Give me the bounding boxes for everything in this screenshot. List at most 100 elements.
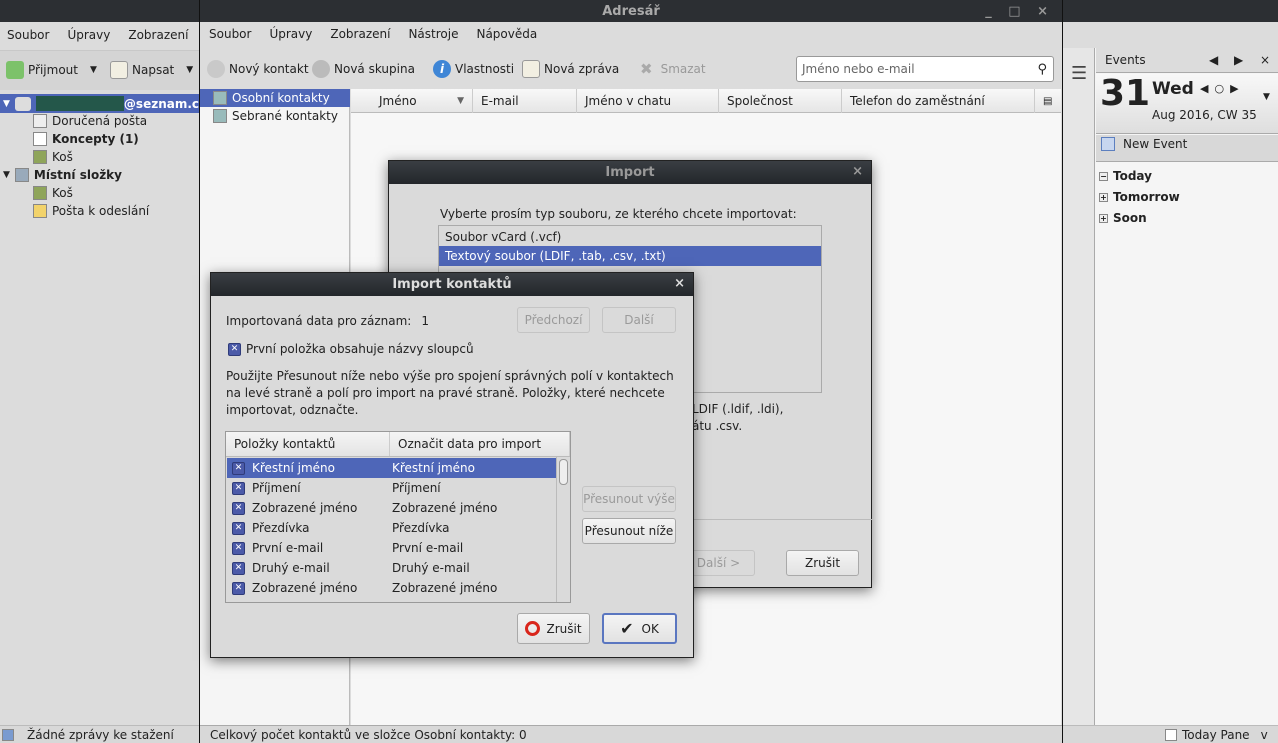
mapping-row[interactable]: ✕ Příjmení Příjmení [227, 478, 557, 498]
folder-outbox[interactable]: Pošta k odeslání [33, 204, 149, 218]
col-company[interactable]: Společnost [719, 89, 842, 113]
mapping-row[interactable]: ✕ Zobrazené jméno Zobrazené jméno [227, 498, 557, 518]
field-name: Příjmení [252, 481, 301, 495]
day-nav[interactable]: ◀○▶ [1200, 82, 1245, 95]
inbox-download-icon [6, 61, 24, 79]
window-controls[interactable]: _ □ × [985, 4, 1054, 19]
properties-button[interactable]: i Vlastnosti [433, 60, 514, 78]
cancel-button[interactable]: Zrušit [786, 550, 859, 576]
month-week: Aug 2016, CW 35 [1152, 108, 1257, 122]
next-button[interactable]: Další [602, 307, 676, 333]
folder-label: Místní složky [33, 168, 122, 182]
close-icon[interactable]: × [852, 164, 863, 179]
book-personal[interactable]: Osobní kontakty [213, 91, 330, 105]
next-day-icon[interactable]: ▶ [1230, 82, 1244, 95]
local-folders[interactable]: ▼ Místní složky [3, 168, 122, 182]
close-icon[interactable]: × [1260, 53, 1270, 67]
prev-icon[interactable]: ◀ [1209, 53, 1218, 67]
checkbox-checked-icon[interactable]: ✕ [232, 461, 245, 475]
previous-button[interactable]: Předchozí [517, 307, 590, 333]
menu-soubor[interactable]: Soubor [7, 28, 49, 42]
folder-drafts[interactable]: Koncepty (1) [33, 132, 139, 146]
hamburger-menu-icon[interactable]: ☰ [1071, 63, 1087, 84]
collapse-icon[interactable]: − [1099, 171, 1108, 181]
write-button[interactable]: Napsat ▼ [110, 61, 193, 79]
option-text-file[interactable]: Textový soubor (LDIF, .tab, .csv, .txt) [439, 246, 821, 266]
today-pane-button[interactable]: Today Pane v [1165, 728, 1268, 742]
next-icon[interactable]: ▶ [1234, 53, 1243, 67]
ok-button[interactable]: ✔ OK [602, 613, 677, 644]
mapping-row[interactable]: ✕ První e-mail První e-mail [227, 538, 557, 558]
col-chat[interactable]: Jméno v chatu [577, 89, 719, 113]
delete-button[interactable]: ✖ Smazat [640, 60, 706, 78]
checkbox-checked-icon[interactable]: ✕ [232, 501, 245, 515]
record-row: Importovaná data pro záznam: 1 [226, 314, 429, 328]
search-placeholder: Jméno nebo e-mail [802, 62, 915, 76]
col-contact-fields[interactable]: Položky kontaktů [226, 432, 390, 456]
collapse-arrow-icon[interactable]: ▼ [3, 170, 10, 180]
first-row-checkbox[interactable]: ✕ První položka obsahuje názvy sloupců [228, 342, 474, 356]
search-icon[interactable]: ⚲ [1037, 62, 1047, 77]
close-icon[interactable]: × [674, 276, 685, 291]
dropdown-arrow-icon[interactable]: ▼ [90, 65, 97, 75]
menu-soubor[interactable]: Soubor [209, 27, 251, 41]
trash-icon [33, 186, 47, 200]
checkbox-checked-icon[interactable]: ✕ [228, 342, 241, 356]
group-soon[interactable]: + Soon [1099, 211, 1147, 225]
dropdown-arrow-icon[interactable]: ▼ [186, 65, 193, 75]
checkbox-checked-icon[interactable]: ✕ [232, 521, 245, 535]
checkbox-checked-icon[interactable]: ✕ [232, 581, 245, 595]
move-up-button[interactable]: Přesunout výše [582, 486, 676, 512]
folder-local-trash[interactable]: Koš [33, 186, 73, 200]
field-mapping-list[interactable]: Položky kontaktů Označit data pro import… [225, 431, 571, 603]
expand-icon[interactable]: + [1099, 192, 1108, 202]
checkbox-checked-icon[interactable]: ✕ [232, 481, 245, 495]
expand-icon[interactable]: + [1099, 213, 1108, 223]
prev-day-icon[interactable]: ◀ [1200, 82, 1214, 95]
new-contact-icon [207, 60, 225, 78]
move-down-button[interactable]: Přesunout níže [582, 518, 676, 544]
menu-upravy[interactable]: Úpravy [269, 27, 312, 41]
list-header: Položky kontaktů Označit data pro import [226, 432, 570, 457]
book-collected[interactable]: Sebrané kontakty [213, 109, 338, 123]
today-icon[interactable]: ○ [1214, 82, 1230, 95]
get-mail-button[interactable]: Přijmout ▼ [6, 61, 97, 79]
col-work-phone[interactable]: Telefon do zaměstnání [842, 89, 1035, 113]
collapse-arrow-icon[interactable]: ▼ [3, 99, 10, 109]
field-name: Křestní jméno [252, 461, 335, 475]
account-item[interactable]: ▼ @seznam.cz [3, 96, 206, 111]
menu-napoveda[interactable]: Nápověda [476, 27, 537, 41]
col-email[interactable]: E-mail [473, 89, 577, 113]
mapping-row[interactable]: ✕ Druhý e-mail Druhý e-mail [227, 558, 557, 578]
col-import-data[interactable]: Označit data pro import [390, 432, 570, 456]
option-vcard[interactable]: Soubor vCard (.vcf) [439, 226, 821, 246]
scrollbar[interactable] [556, 457, 570, 602]
mapping-row[interactable]: ✕ Křestní jméno Křestní jméno [227, 458, 557, 478]
menu-nastroje[interactable]: Nástroje [408, 27, 458, 41]
addressbook-menubar: Soubor Úpravy Zobrazení Nástroje Nápověd… [209, 27, 555, 41]
cancel-button[interactable]: Zrušit [517, 613, 590, 644]
col-name[interactable]: Jméno ▼ [351, 89, 473, 113]
mapping-row[interactable]: ✕ Zobrazené jméno Zobrazené jméno [227, 578, 557, 598]
record-value: 1 [421, 314, 429, 328]
menu-zobrazeni[interactable]: Zobrazení [128, 28, 188, 42]
dropdown-arrow-icon[interactable]: ▼ [1263, 92, 1270, 102]
checkbox-checked-icon[interactable]: ✕ [232, 541, 245, 555]
get-label: Přijmout [28, 63, 78, 77]
mapping-row[interactable]: ✕ Přezdívka Přezdívka [227, 518, 557, 538]
folder-label: Doručená pošta [52, 114, 148, 128]
menu-upravy[interactable]: Úpravy [67, 28, 110, 42]
checkbox-checked-icon[interactable]: ✕ [232, 561, 245, 575]
folder-inbox[interactable]: Doručená pošta [33, 114, 147, 128]
folder-trash[interactable]: Koš [33, 150, 73, 164]
scrollbar-thumb[interactable] [559, 459, 568, 485]
column-picker-icon[interactable]: ▤ [1035, 89, 1061, 113]
new-contact-button[interactable]: Nový kontakt [207, 60, 309, 78]
menu-zobrazeni[interactable]: Zobrazení [330, 27, 390, 41]
new-event-button[interactable]: New Event [1101, 137, 1187, 151]
group-tomorrow[interactable]: + Tomorrow [1099, 190, 1180, 204]
group-today[interactable]: − Today [1099, 169, 1152, 183]
new-message-button[interactable]: Nová zpráva [522, 60, 619, 78]
search-input[interactable]: Jméno nebo e-mail ⚲ [796, 56, 1054, 82]
new-group-button[interactable]: Nová skupina [312, 60, 415, 78]
